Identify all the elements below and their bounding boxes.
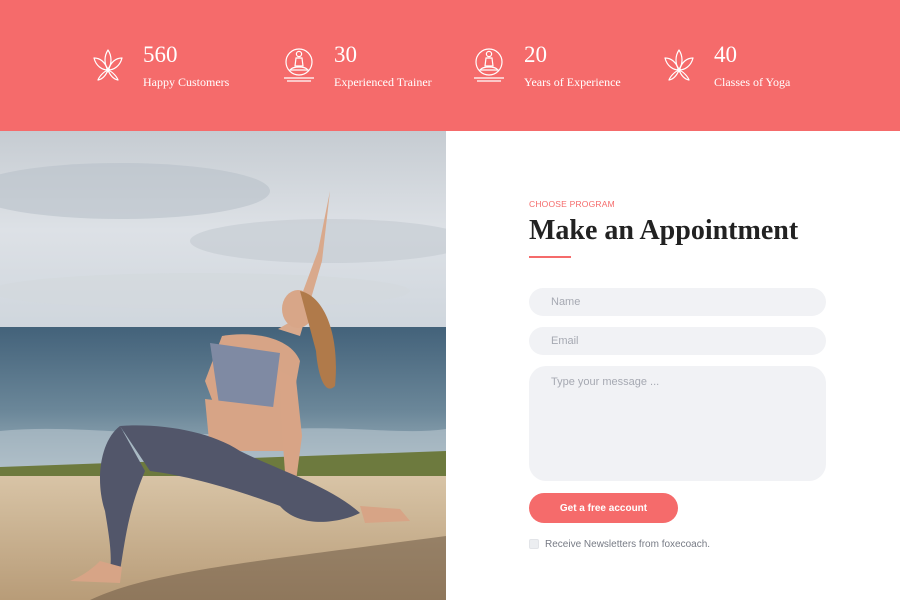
- section-title: Make an Appointment: [529, 215, 799, 246]
- stat-number: 30: [334, 42, 357, 67]
- email-input[interactable]: [529, 327, 826, 355]
- stat-number: 20: [524, 42, 547, 67]
- appointment-section: CHOOSE PROGRAM Make an Appointment Get a…: [446, 131, 900, 600]
- newsletter-label[interactable]: Receive Newsletters from foxecoach.: [545, 539, 710, 550]
- stat-label: Experienced Trainer: [334, 75, 432, 89]
- meditation-icon: [474, 48, 504, 82]
- section-eyebrow: CHOOSE PROGRAM: [529, 199, 615, 209]
- stat-label: Years of Experience: [524, 75, 621, 89]
- yoga-photo: [0, 131, 446, 600]
- stat-number: 40: [714, 42, 737, 67]
- meditation-icon: [284, 48, 314, 82]
- message-textarea[interactable]: [529, 366, 826, 481]
- stat-number: 560: [143, 42, 178, 67]
- newsletter-option[interactable]: Receive Newsletters from foxecoach.: [529, 537, 710, 551]
- lotus-icon: [93, 49, 123, 81]
- title-underline: [529, 256, 571, 258]
- name-input[interactable]: [529, 288, 826, 316]
- stats-band: 560 Happy Customers 30 Experienced Train…: [0, 0, 900, 131]
- get-free-account-button[interactable]: Get a free account: [529, 493, 678, 523]
- lotus-icon: [664, 49, 694, 81]
- stat-label: Classes of Yoga: [714, 75, 791, 89]
- stat-label: Happy Customers: [143, 75, 230, 89]
- newsletter-checkbox[interactable]: [529, 539, 539, 549]
